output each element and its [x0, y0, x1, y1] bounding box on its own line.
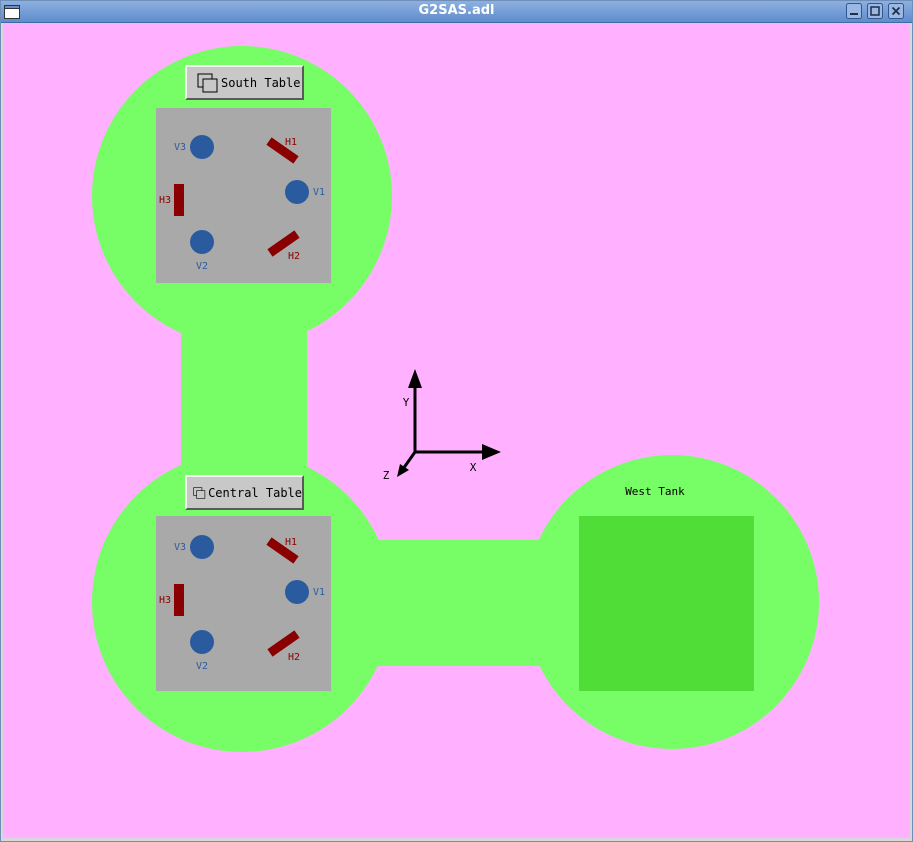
window-title: G2SAS.adl — [418, 3, 495, 18]
central-table-panel: V3 V1 V2 H3 H1 H2 — [156, 516, 331, 691]
central-v3-jack[interactable] — [190, 535, 214, 559]
related-display-icon — [193, 486, 206, 499]
maximize-icon[interactable] — [867, 3, 883, 19]
central-v1-jack[interactable] — [285, 580, 309, 604]
central-h2-label: H2 — [288, 652, 300, 663]
central-v3-label: V3 — [174, 542, 186, 553]
south-table-panel: V3 V1 V2 H3 H1 H2 — [156, 108, 331, 283]
related-display-icon — [197, 73, 218, 92]
south-h2-label: H2 — [288, 251, 300, 262]
x-axis-arrow-icon — [482, 444, 501, 460]
central-h3-label: H3 — [159, 595, 171, 606]
central-v2-jack[interactable] — [190, 630, 214, 654]
south-v1-label: V1 — [313, 187, 325, 198]
y-axis-label: Y — [403, 396, 410, 409]
central-table-button[interactable]: Central Table — [185, 475, 304, 510]
central-v2-label: V2 — [196, 661, 208, 672]
close-icon[interactable] — [888, 3, 904, 19]
south-v3-label: V3 — [174, 142, 186, 153]
coordinate-axes: Y X Z — [383, 369, 501, 482]
west-tank-label: West Tank — [625, 485, 685, 498]
z-axis-arrow-icon — [397, 464, 409, 477]
minimize-icon[interactable] — [846, 3, 862, 19]
title-bar: G2SAS.adl — [0, 0, 913, 23]
central-h3-jack[interactable] — [174, 584, 184, 616]
y-axis-arrow-icon — [408, 369, 422, 388]
z-axis-label: Z — [383, 469, 390, 482]
x-axis-label: X — [470, 461, 477, 474]
z-axis-line — [401, 451, 417, 470]
south-table-button-label: South Table — [221, 75, 301, 90]
south-v2-label: V2 — [196, 261, 208, 272]
central-table-button-label: Central Table — [208, 485, 302, 500]
west-tank-floor — [579, 516, 754, 691]
south-table-button[interactable]: South Table — [185, 65, 304, 100]
south-h3-label: H3 — [159, 195, 171, 206]
beamline-layout: West Tank V3 V1 V2 H3 H1 H2 V3 V1 V2 H3 … — [92, 46, 819, 752]
south-h3-jack[interactable] — [174, 184, 184, 216]
south-v2-jack[interactable] — [190, 230, 214, 254]
south-v1-jack[interactable] — [285, 180, 309, 204]
south-h1-label: H1 — [285, 137, 297, 148]
central-h1-label: H1 — [285, 537, 297, 548]
central-v1-label: V1 — [313, 587, 325, 598]
south-v3-jack[interactable] — [190, 135, 214, 159]
display-canvas: West Tank V3 V1 V2 H3 H1 H2 V3 V1 V2 H3 … — [3, 23, 910, 838]
